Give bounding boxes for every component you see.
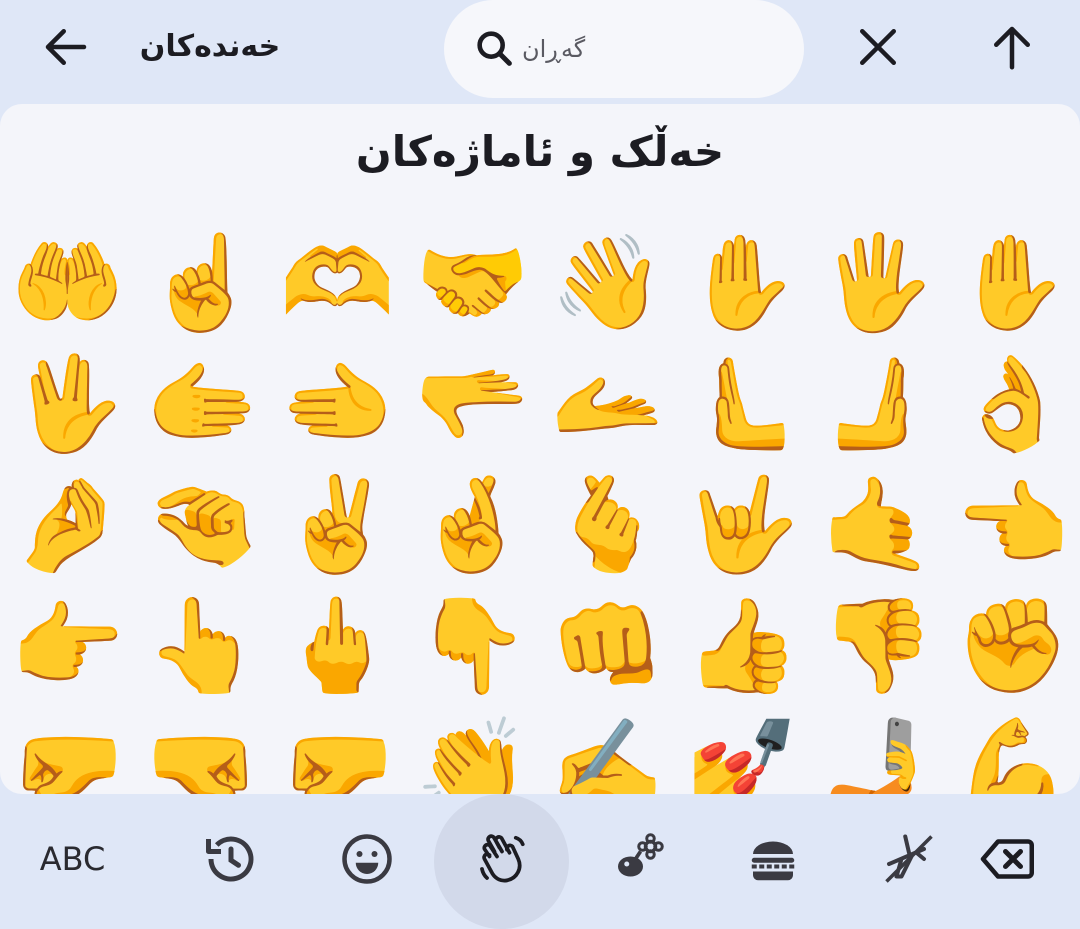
abc-label: ABC: [39, 839, 106, 878]
emoji-key[interactable]: 🤟: [675, 464, 810, 585]
close-button[interactable]: [842, 11, 914, 83]
emoji-key[interactable]: ✋: [945, 222, 1080, 343]
emoji-key[interactable]: 👆: [135, 585, 270, 706]
emoji-panel: خەڵک و ئاماژەکان 🤲 ☝️ 🫶 🤝 👋 ✋ 🖐️ ✋ 🖖 🫱 🫲 🫳 🫴 🫷 🫸 👌 🤌 🤏 ✌️ 🤞…: [0, 104, 1080, 794]
waving-hand-icon: [479, 833, 525, 882]
emoji-key[interactable]: 🖕: [270, 585, 405, 706]
category-label: خەندەکان: [139, 29, 281, 64]
emoji-key[interactable]: 🤛: [270, 706, 405, 794]
emoji-key[interactable]: 🤏: [135, 464, 270, 585]
emoji-key[interactable]: 🤲: [0, 222, 135, 343]
arrow-up-icon: [994, 26, 1030, 70]
emoji-key[interactable]: ✌️: [270, 464, 405, 585]
emoji-grid: 🤲 ☝️ 🫶 🤝 👋 ✋ 🖐️ ✋ 🖖 🫱 🫲 🫳 🫴 🫷 🫸 👌 🤌 🤏 ✌️ 🤞 🫰 🤟 🤙 👈 👉 👆 🖕 👇 👊 👍 👎 ✊ 🤛 🤜 🤛 👏 ✍…: [0, 222, 1080, 794]
emoji-key[interactable]: ✍️: [540, 706, 675, 794]
emoji-key[interactable]: 🖖: [0, 343, 135, 464]
emoji-key[interactable]: 🫳: [405, 343, 540, 464]
emoji-key[interactable]: ☝️: [135, 222, 270, 343]
emoji-key[interactable]: 💪: [945, 706, 1080, 794]
backspace-icon: [980, 838, 1034, 879]
emoji-key[interactable]: 🫷: [675, 343, 810, 464]
emoji-key[interactable]: 🫴: [540, 343, 675, 464]
emoji-key[interactable]: 👇: [405, 585, 540, 706]
emoji-key[interactable]: 💅: [675, 706, 810, 794]
emoji-key[interactable]: 🫲: [270, 343, 405, 464]
emoji-key[interactable]: 🖐️: [810, 222, 945, 343]
close-icon: [860, 29, 896, 65]
emoji-key[interactable]: ✊: [945, 585, 1080, 706]
backspace-button[interactable]: [940, 794, 1075, 923]
category-bar: ABC: [0, 794, 1080, 929]
recent-icon: [205, 836, 253, 881]
emoji-key[interactable]: 👌: [945, 343, 1080, 464]
category-smileys[interactable]: [299, 794, 434, 923]
search-box[interactable]: [444, 0, 804, 98]
emoji-key[interactable]: 🤳: [810, 706, 945, 794]
smiley-icon: [341, 833, 392, 884]
emoji-key[interactable]: 🤛: [0, 706, 135, 794]
back-button[interactable]: [30, 11, 102, 83]
emoji-key[interactable]: 👏: [405, 706, 540, 794]
emoji-key[interactable]: 🤌: [0, 464, 135, 585]
airplane-icon: [884, 834, 933, 883]
emoji-key[interactable]: 🤝: [405, 222, 540, 343]
search-icon: [477, 31, 512, 66]
burger-icon: [751, 841, 794, 880]
emoji-key[interactable]: 🫶: [270, 222, 405, 343]
emoji-key[interactable]: 🫸: [810, 343, 945, 464]
emoji-key[interactable]: 🫰: [540, 464, 675, 585]
category-people[interactable]: [434, 794, 569, 929]
arrow-left-icon: [45, 29, 87, 65]
emoji-key[interactable]: 👍: [675, 585, 810, 706]
emoji-key[interactable]: ✋: [675, 222, 810, 343]
emoji-key[interactable]: 🤞: [405, 464, 540, 585]
emoji-key[interactable]: 👊: [540, 585, 675, 706]
abc-button[interactable]: ABC: [5, 794, 140, 923]
emoji-key[interactable]: 👋: [540, 222, 675, 343]
emoji-key[interactable]: 🫱: [135, 343, 270, 464]
flower-icon: [617, 832, 664, 876]
collapse-button[interactable]: [976, 11, 1048, 83]
search-input[interactable]: [522, 35, 682, 63]
emoji-key[interactable]: 👈: [945, 464, 1080, 585]
category-nature[interactable]: [570, 794, 705, 923]
top-bar: خەندەکان: [0, 0, 1080, 104]
panel-title: خەڵک و ئاماژەکان: [355, 127, 725, 176]
category-food[interactable]: [705, 794, 840, 923]
category-recent[interactable]: [163, 794, 298, 923]
emoji-key[interactable]: 👎: [810, 585, 945, 706]
emoji-key[interactable]: 👉: [0, 585, 135, 706]
emoji-key[interactable]: 🤙: [810, 464, 945, 585]
emoji-key[interactable]: 🤜: [135, 706, 270, 794]
